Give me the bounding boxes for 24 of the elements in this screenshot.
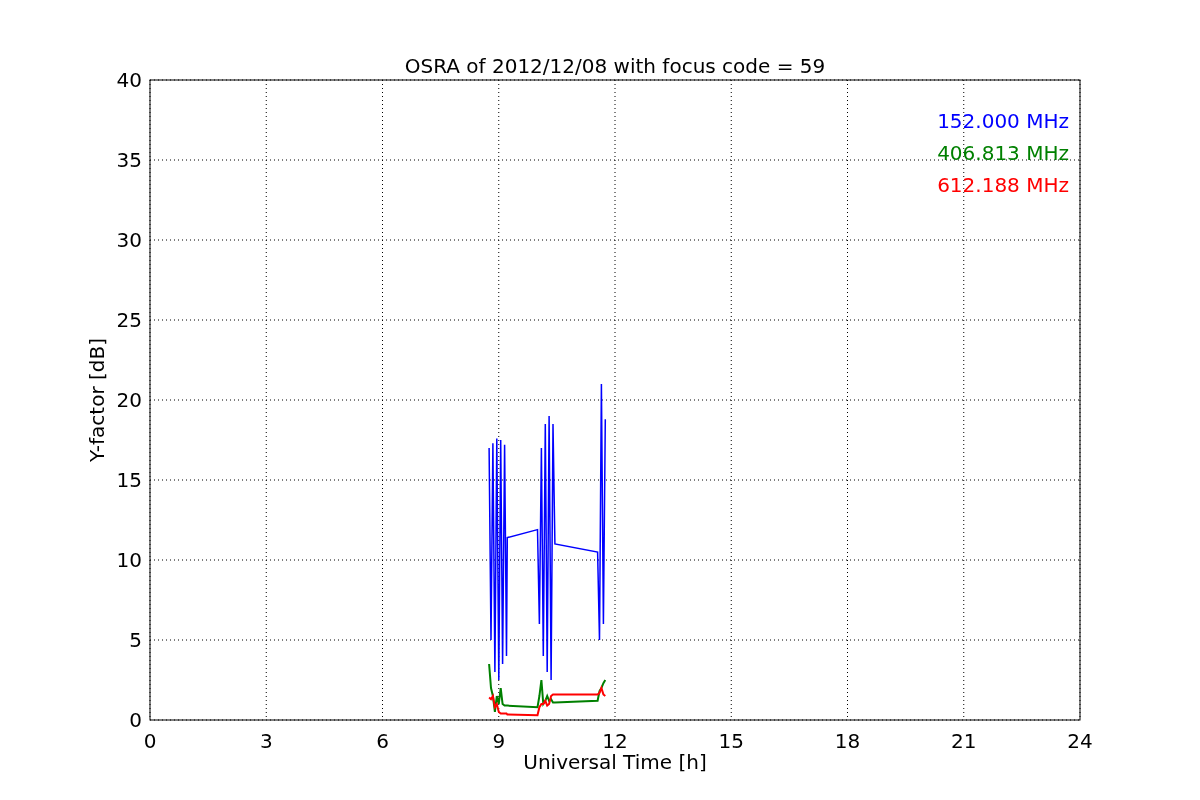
y-tick-label: 35 — [116, 148, 142, 172]
x-tick-label: 24 — [1067, 729, 1093, 753]
y-tick-label: 20 — [116, 388, 142, 412]
legend-label: 406.813 MHz — [937, 141, 1069, 165]
y-tick-label: 30 — [116, 228, 142, 252]
y-tick-label: 10 — [116, 548, 142, 572]
y-tick-label: 15 — [116, 468, 142, 492]
y-tick-label: 25 — [116, 308, 142, 332]
y-axis-label: Y-factor [dB] — [85, 338, 109, 462]
chart-title: OSRA of 2012/12/08 with focus code = 59 — [404, 54, 826, 78]
x-tick-label: 9 — [492, 729, 506, 753]
x-tick-label: 12 — [602, 729, 628, 753]
x-tick-label: 3 — [259, 729, 273, 753]
x-tick-label: 21 — [951, 729, 977, 753]
x-tick-label: 15 — [718, 729, 744, 753]
y-tick-label: 5 — [129, 628, 142, 652]
x-tick-label: 0 — [143, 729, 157, 753]
legend-label: 152.000 MHz — [937, 109, 1069, 133]
y-tick-label: 40 — [116, 68, 142, 92]
legend-label: 612.188 MHz — [937, 173, 1069, 197]
x-tick-label: 6 — [376, 729, 389, 753]
x-axis-label: Universal Time [h] — [523, 750, 707, 774]
x-tick-label: 18 — [834, 729, 861, 753]
y-tick-label: 0 — [129, 708, 142, 732]
